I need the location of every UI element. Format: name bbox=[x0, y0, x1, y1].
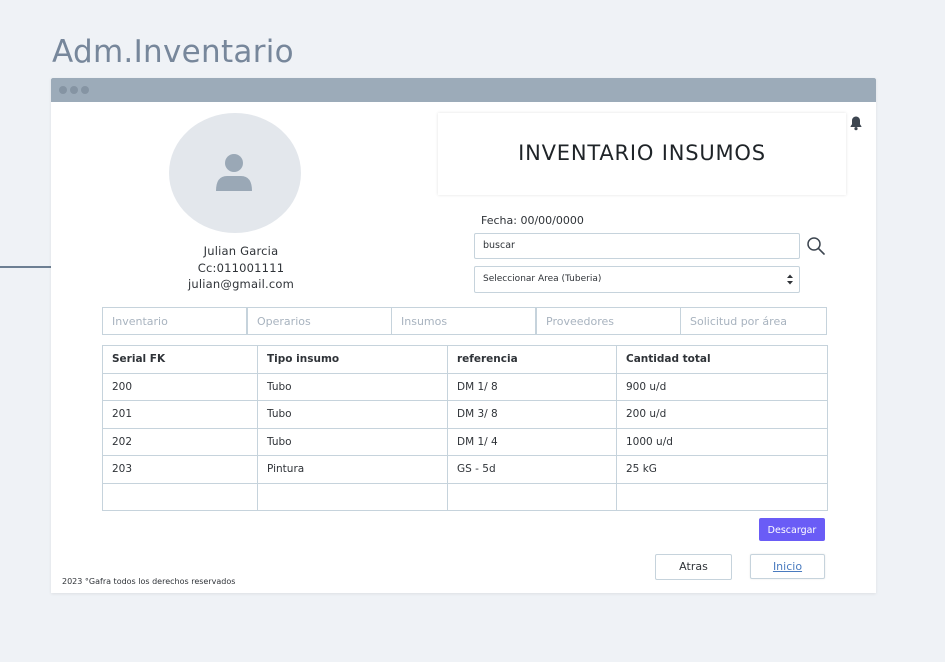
window-dot-2[interactable] bbox=[70, 86, 78, 94]
column-header-serial: Serial FK bbox=[102, 345, 258, 374]
cell-tipo: Pintura bbox=[257, 455, 448, 484]
table-row[interactable]: 203 Pintura GS - 5d 25 kG bbox=[102, 455, 828, 484]
cell-tipo: Tubo bbox=[257, 400, 448, 429]
tab-label: Proveedores bbox=[546, 315, 614, 328]
cell-cantidad: 1000 u/d bbox=[616, 427, 828, 456]
tab-inventario[interactable]: Inventario bbox=[102, 307, 247, 335]
heading-card: INVENTARIO INSUMOS bbox=[438, 113, 846, 195]
tab-bar: Inventario Operarios Insumos Proveedores… bbox=[102, 307, 827, 335]
cell-tipo bbox=[257, 482, 448, 511]
user-name: Julian Garcia bbox=[203, 244, 279, 258]
avatar bbox=[169, 113, 301, 233]
user-id: Cc:011001111 bbox=[197, 261, 285, 275]
window-dot-1[interactable] bbox=[59, 86, 67, 94]
cell-cantidad: 200 u/d bbox=[616, 400, 828, 429]
column-header-cantidad: Cantidad total bbox=[616, 345, 828, 374]
cell-cantidad: 900 u/d bbox=[616, 372, 828, 401]
home-button[interactable]: Inicio bbox=[750, 554, 825, 579]
search-field[interactable] bbox=[474, 233, 800, 259]
table-row[interactable]: 200 Tubo DM 1/ 8 900 u/d bbox=[102, 372, 828, 401]
cell-cantidad bbox=[616, 482, 828, 511]
footer-copyright: 2023 °Gafra todos los derechos reservado… bbox=[62, 577, 236, 586]
tab-solicitud-por-area[interactable]: Solicitud por área bbox=[680, 307, 827, 335]
cell-referencia: GS - 5d bbox=[447, 455, 617, 484]
tab-operarios[interactable]: Operarios bbox=[247, 307, 392, 335]
tab-insumos[interactable]: Insumos bbox=[391, 307, 536, 335]
area-select-value: Seleccionar Area (Tuberia) bbox=[483, 274, 602, 284]
cell-cantidad: 25 kG bbox=[616, 455, 828, 484]
back-button[interactable]: Atras bbox=[655, 554, 732, 580]
tab-proveedores[interactable]: Proveedores bbox=[536, 307, 681, 335]
tab-label: Operarios bbox=[257, 315, 311, 328]
cell-tipo: Tubo bbox=[257, 427, 448, 456]
search-icon[interactable] bbox=[806, 236, 826, 256]
bell-icon[interactable] bbox=[848, 115, 864, 131]
cell-referencia: DM 3/ 8 bbox=[447, 400, 617, 429]
section-heading: INVENTARIO INSUMOS bbox=[518, 141, 766, 165]
cell-referencia: DM 1/ 4 bbox=[447, 427, 617, 456]
area-select[interactable]: Seleccionar Area (Tuberia) bbox=[474, 266, 800, 293]
cell-referencia bbox=[447, 482, 617, 511]
search-input[interactable] bbox=[483, 240, 783, 251]
cell-tipo: Tubo bbox=[257, 372, 448, 401]
window-dot-3[interactable] bbox=[81, 86, 89, 94]
date-label: Fecha: 00/00/0000 bbox=[481, 214, 584, 227]
cell-serial: 200 bbox=[102, 372, 258, 401]
cell-serial: 201 bbox=[102, 400, 258, 429]
page-title: Adm.Inventario bbox=[52, 34, 294, 70]
cell-serial: 202 bbox=[102, 427, 258, 456]
table-row[interactable] bbox=[102, 482, 828, 511]
user-email: julian@gmail.com bbox=[187, 277, 295, 291]
cell-serial bbox=[102, 482, 258, 511]
user-icon bbox=[216, 154, 252, 191]
tab-label: Solicitud por área bbox=[690, 315, 787, 328]
cell-referencia: DM 1/ 8 bbox=[447, 372, 617, 401]
column-header-referencia: referencia bbox=[447, 345, 617, 374]
tab-label: Insumos bbox=[401, 315, 448, 328]
table-row[interactable]: 202 Tubo DM 1/ 4 1000 u/d bbox=[102, 427, 828, 456]
select-arrows-icon bbox=[787, 274, 793, 285]
app-window: Julian Garcia Cc:011001111 julian@gmail.… bbox=[51, 78, 876, 593]
inventory-table: Serial FK Tipo insumo referencia Cantida… bbox=[102, 345, 828, 511]
download-button[interactable]: Descargar bbox=[759, 518, 825, 541]
cell-serial: 203 bbox=[102, 455, 258, 484]
column-header-tipo: Tipo insumo bbox=[257, 345, 448, 374]
table-header-row: Serial FK Tipo insumo referencia Cantida… bbox=[102, 345, 828, 374]
table-row[interactable]: 201 Tubo DM 3/ 8 200 u/d bbox=[102, 400, 828, 429]
tab-label: Inventario bbox=[112, 315, 168, 328]
window-titlebar bbox=[51, 78, 876, 102]
